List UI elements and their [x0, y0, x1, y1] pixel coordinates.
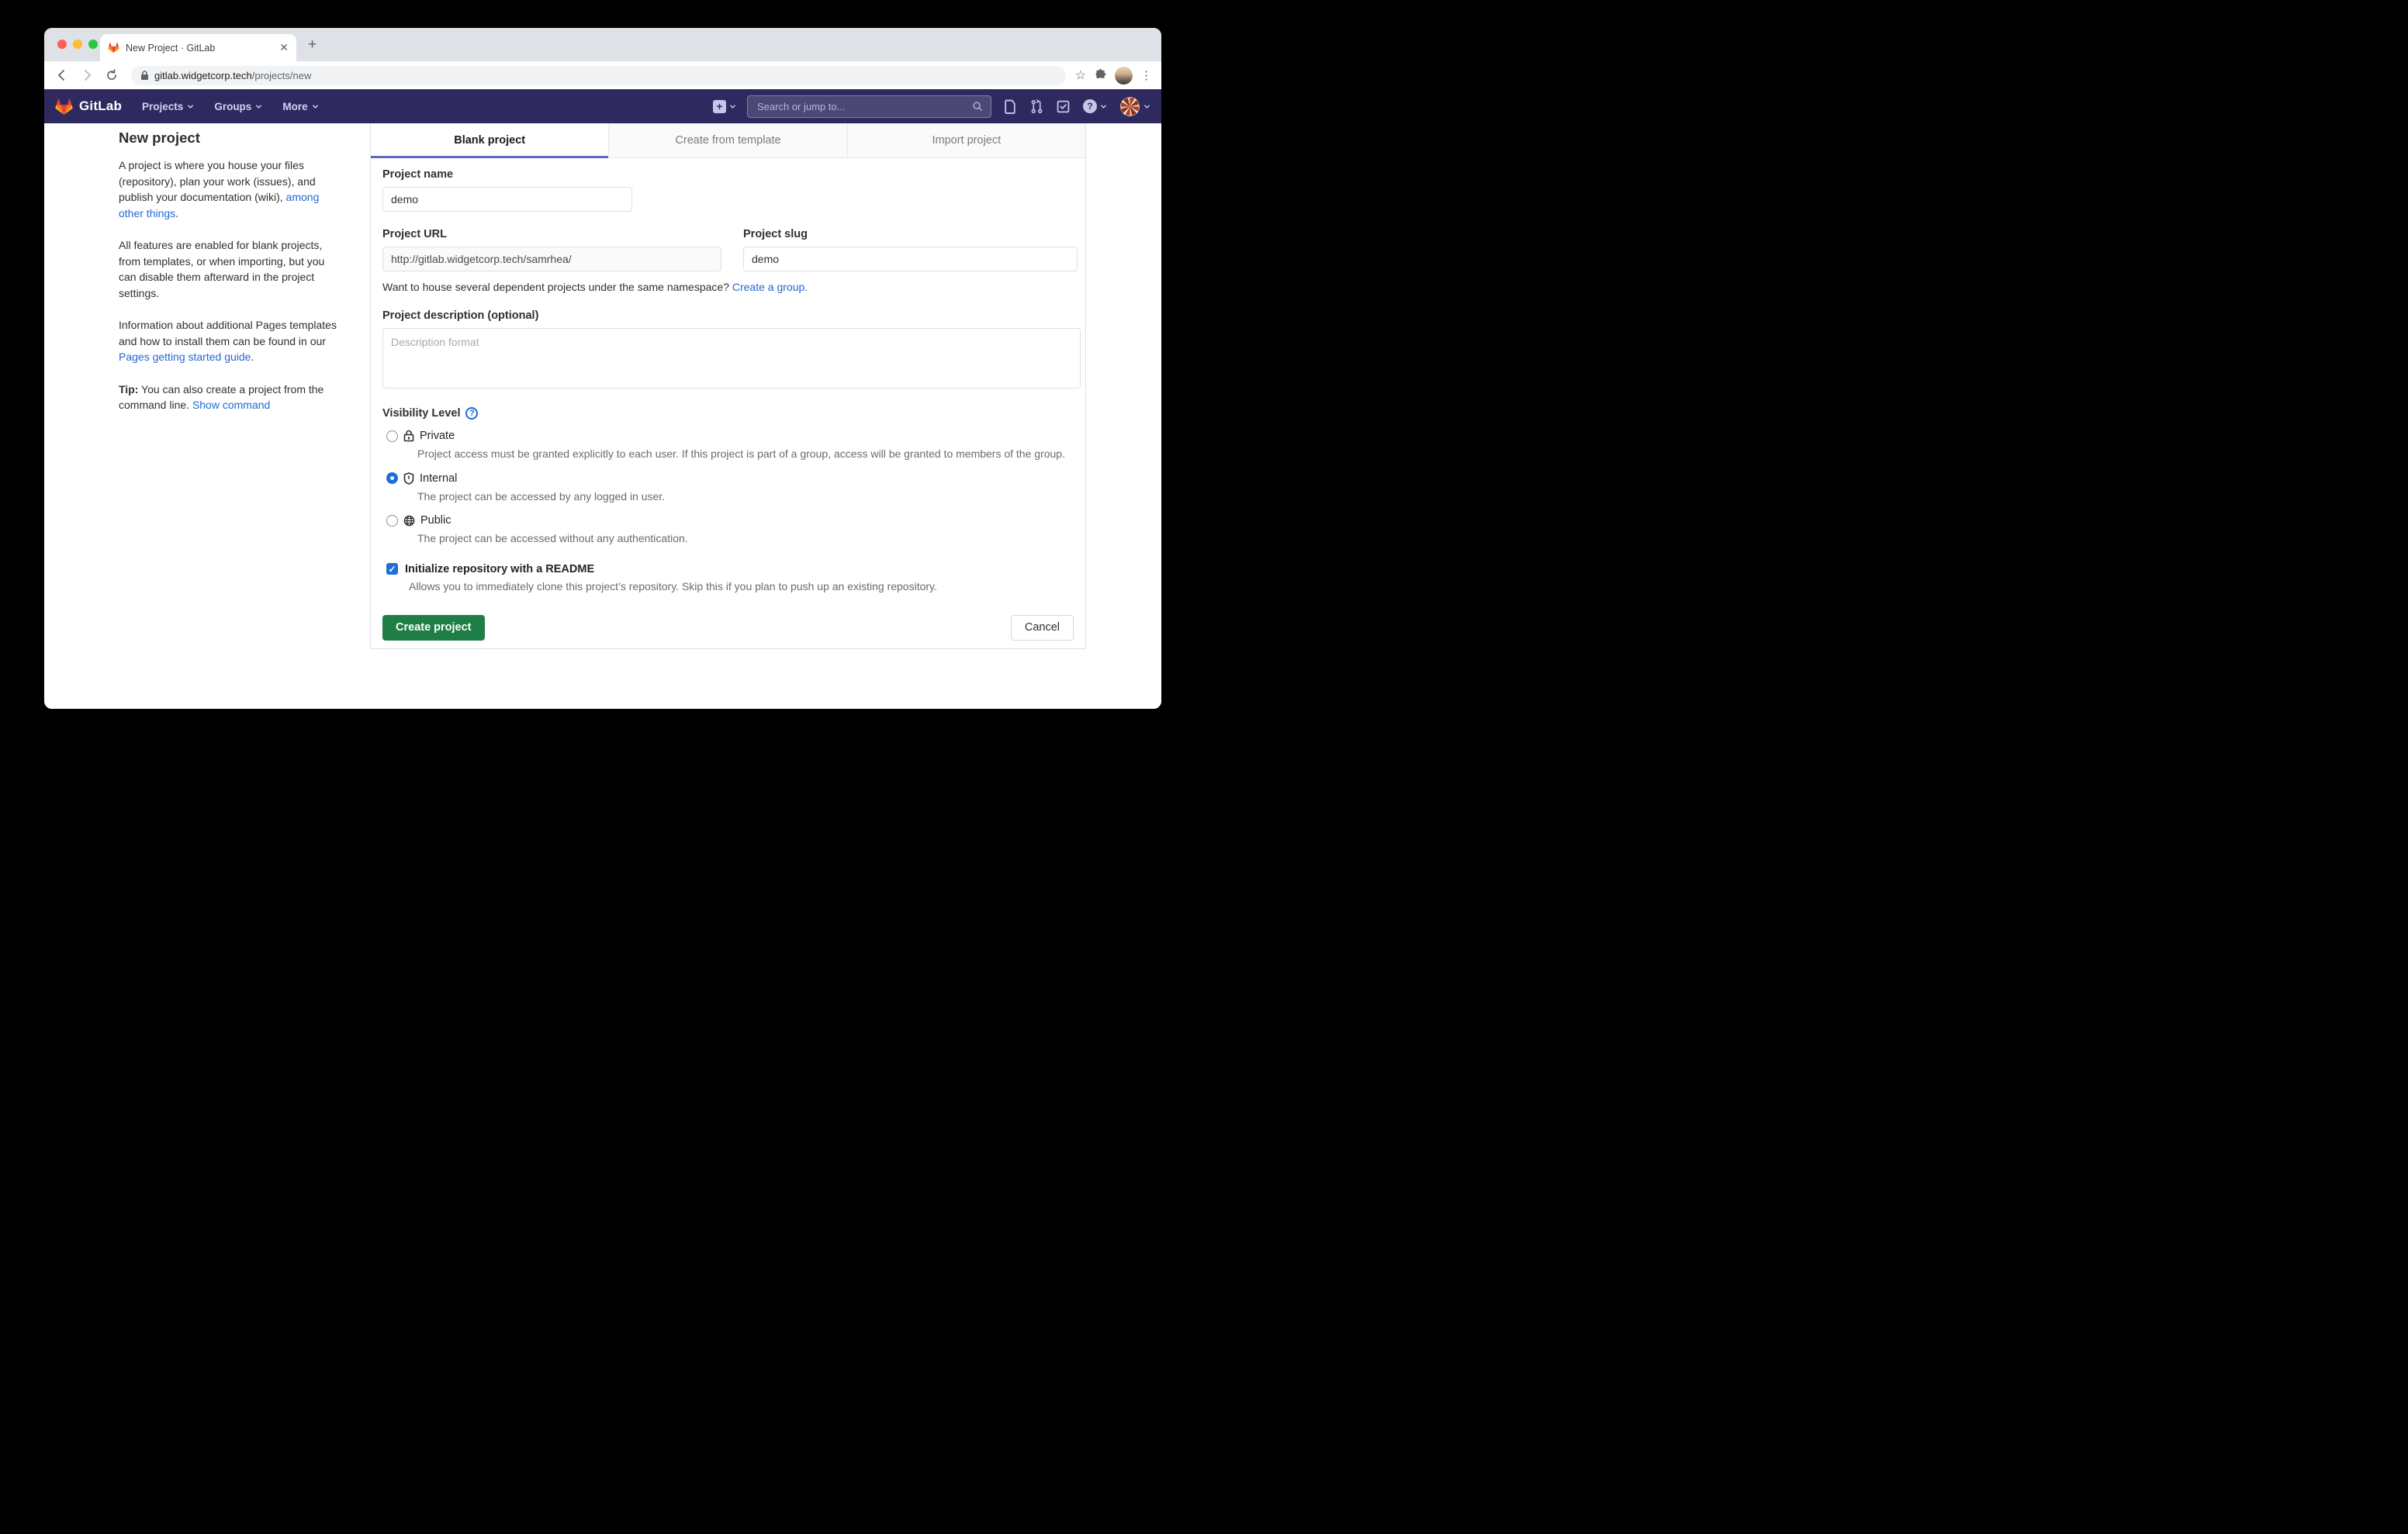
new-project-sidebar: New project A project is where you house…	[119, 126, 340, 430]
tanuki-icon	[55, 98, 73, 116]
search-icon	[972, 101, 983, 112]
private-radio[interactable]	[386, 430, 398, 442]
url-bar[interactable]: gitlab.widgetcorp.tech/projects/new	[131, 66, 1066, 85]
internal-radio[interactable]	[386, 472, 398, 484]
private-description: Project access must be granted explicitl…	[417, 446, 1077, 462]
lock-icon	[140, 71, 149, 81]
extensions-icon[interactable]	[1094, 69, 1107, 82]
url-path: /projects/new	[252, 70, 312, 81]
sidebar-tip: Tip: You can also create a project from …	[119, 382, 340, 413]
project-description-label: Project description (optional)	[382, 309, 1078, 322]
shield-icon	[403, 472, 414, 485]
internal-label: Internal	[420, 472, 457, 485]
browser-profile-avatar[interactable]	[1115, 67, 1133, 85]
create-a-group-link[interactable]: Create a group.	[732, 281, 808, 293]
gitlab-logo[interactable]: GitLab	[55, 98, 122, 116]
nav-menu-projects[interactable]: Projects	[142, 101, 194, 112]
user-menu[interactable]	[1120, 97, 1150, 116]
project-url-label: Project URL	[382, 228, 721, 240]
close-window-button[interactable]	[57, 40, 67, 49]
forward-icon[interactable]	[77, 65, 97, 85]
project-name-input[interactable]	[382, 187, 632, 212]
help-icon: ?	[1083, 99, 1097, 113]
new-tab-button[interactable]: +	[308, 37, 317, 52]
page-title: New project	[119, 130, 340, 147]
chevron-down-icon	[255, 103, 262, 110]
sidebar-paragraph: A project is where you house your files …	[119, 157, 340, 221]
visibility-option-internal: Internal The project can be accessed by …	[382, 472, 1078, 505]
cancel-button[interactable]: Cancel	[1011, 615, 1074, 641]
namespace-hint: Want to house several dependent projects…	[382, 281, 1078, 293]
close-tab-icon[interactable]: ✕	[279, 41, 289, 54]
visibility-option-private: Private Project access must be granted e…	[382, 430, 1078, 462]
blank-project-form: Project name Project URL Project slug Wa…	[371, 158, 1085, 641]
sidebar-paragraph: Information about additional Pages templ…	[119, 317, 340, 365]
sidebar-paragraph: All features are enabled for blank proje…	[119, 237, 340, 301]
private-label: Private	[420, 430, 455, 442]
todos-icon[interactable]	[1057, 100, 1070, 113]
kebab-menu-icon[interactable]: ⋮	[1140, 68, 1152, 82]
browser-tab[interactable]: New Project · GitLab ✕	[100, 34, 296, 61]
tab-title: New Project · GitLab	[126, 43, 273, 54]
global-search[interactable]	[747, 95, 991, 118]
create-project-button[interactable]: Create project	[382, 615, 485, 641]
maximize-window-button[interactable]	[88, 40, 98, 49]
project-slug-label: Project slug	[743, 228, 1078, 240]
gitlab-brand-name: GitLab	[79, 98, 122, 114]
chevron-down-icon	[312, 103, 319, 110]
public-radio[interactable]	[386, 515, 398, 527]
tab-blank-project[interactable]: Blank project	[371, 123, 608, 157]
project-description-textarea[interactable]	[382, 328, 1081, 389]
plus-icon: +	[713, 100, 726, 113]
help-menu[interactable]: ?	[1083, 99, 1107, 113]
browser-tab-strip: New Project · GitLab ✕ +	[44, 28, 1161, 61]
chevron-down-icon	[729, 103, 736, 110]
public-label: Public	[420, 514, 452, 527]
visibility-help-icon[interactable]: ?	[465, 407, 478, 420]
gitlab-favicon-icon	[108, 42, 119, 54]
new-project-panel: Blank project Create from template Impor…	[370, 123, 1086, 649]
browser-toolbar: gitlab.widgetcorp.tech/projects/new ☆ ⋮	[44, 61, 1161, 89]
search-input[interactable]	[756, 100, 972, 113]
user-avatar	[1120, 97, 1140, 116]
nav-menu-groups[interactable]: Groups	[214, 101, 262, 112]
merge-request-icon[interactable]	[1030, 99, 1043, 114]
minimize-window-button[interactable]	[73, 40, 82, 49]
public-description: The project can be accessed without any …	[417, 530, 1077, 547]
readme-description: Allows you to immediately clone this pro…	[409, 580, 1078, 593]
readme-label: Initialize repository with a README	[405, 563, 594, 575]
gitlab-navbar: GitLab Projects Groups More +	[44, 89, 1161, 123]
chevron-down-icon	[187, 103, 194, 110]
chevron-down-icon	[1100, 103, 1107, 110]
project-name-label: Project name	[382, 168, 1078, 181]
reload-icon[interactable]	[102, 65, 122, 85]
visibility-level-label: Visibility Level	[382, 407, 460, 420]
internal-description: The project can be accessed by any logge…	[417, 489, 1077, 505]
project-slug-input[interactable]	[743, 247, 1078, 271]
url-host: gitlab.widgetcorp.tech	[154, 70, 252, 81]
chevron-down-icon	[1143, 103, 1150, 110]
visibility-option-public: Public The project can be accessed witho…	[382, 514, 1078, 547]
readme-checkbox[interactable]: ✓	[386, 563, 398, 575]
lock-icon	[403, 430, 414, 442]
back-icon[interactable]	[52, 65, 72, 85]
new-menu-button[interactable]: +	[713, 100, 736, 113]
pages-guide-link[interactable]: Pages getting started guide	[119, 351, 251, 363]
nav-menu-more[interactable]: More	[282, 101, 318, 112]
project-url-input[interactable]	[382, 247, 721, 271]
tab-create-from-template[interactable]: Create from template	[608, 123, 846, 157]
globe-icon	[403, 515, 415, 527]
bookmark-star-icon[interactable]: ☆	[1075, 67, 1086, 83]
browser-window: New Project · GitLab ✕ + gitlab.widgetco…	[44, 28, 1161, 709]
page-content: New project A project is where you house…	[44, 123, 1161, 709]
tab-import-project[interactable]: Import project	[847, 123, 1085, 157]
project-type-tabs: Blank project Create from template Impor…	[371, 123, 1085, 158]
issues-icon[interactable]	[1004, 99, 1017, 114]
window-controls	[57, 40, 98, 49]
show-command-link[interactable]: Show command	[192, 399, 270, 411]
